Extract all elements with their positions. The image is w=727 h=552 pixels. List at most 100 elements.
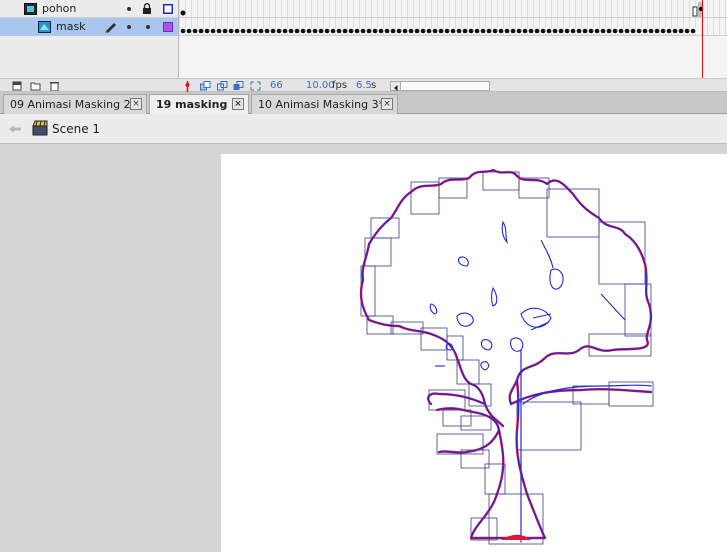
keyframe-dot[interactable] [210,28,216,34]
keyframe-dot[interactable] [624,28,630,34]
keyframe-dot[interactable] [666,28,672,34]
lock-dot[interactable] [146,25,150,29]
keyframe-dot[interactable] [252,28,258,34]
keyframe-dot[interactable] [408,28,414,34]
keyframe-dot[interactable] [258,28,264,34]
keyframe-dot[interactable] [324,28,330,34]
keyframe-dot[interactable] [360,28,366,34]
scroll-left-arrow[interactable] [391,82,401,91]
back-arrow-icon[interactable] [8,124,22,134]
keyframe-dot[interactable] [690,28,696,34]
layer-row-mask[interactable]: mask [0,18,178,36]
keyframe-dot[interactable] [348,28,354,34]
keyframe-dot[interactable] [618,28,624,34]
keyframe-dot[interactable] [594,28,600,34]
keyframe-dot[interactable] [600,28,606,34]
visibility-dot[interactable] [127,25,131,29]
keyframe-dot[interactable] [246,28,252,34]
keyframe-dot[interactable] [684,28,690,34]
keyframe-dot[interactable] [222,28,228,34]
tab-close-icon[interactable]: × [381,98,393,110]
tab-19-masking-2[interactable]: 19 masking 2 × [149,94,249,115]
frame-grid[interactable] [178,0,727,78]
keyframe-dot[interactable] [564,28,570,34]
keyframe-dot[interactable] [192,28,198,34]
keyframe-dot[interactable] [534,28,540,34]
keyframe-dot[interactable] [636,28,642,34]
keyframe-dot[interactable] [612,28,618,34]
keyframe-dot[interactable] [486,28,492,34]
keyframe-dot[interactable] [498,28,504,34]
keyframe-dot[interactable] [186,28,192,34]
tree-mask-drawing[interactable] [221,154,727,552]
modify-onion-markers-icon[interactable] [250,81,261,91]
keyframe-dot[interactable] [456,28,462,34]
keyframe-dot[interactable] [582,28,588,34]
visibility-dot[interactable] [127,7,131,11]
keyframe-dot[interactable] [276,28,282,34]
keyframe-dot[interactable] [660,28,666,34]
keyframe-dot[interactable] [228,28,234,34]
keyframe-dot[interactable] [234,28,240,34]
keyframe-dot[interactable] [504,28,510,34]
keyframe-dot[interactable] [396,28,402,34]
keyframe-dot[interactable] [264,28,270,34]
keyframe-dot[interactable] [312,28,318,34]
keyframe-dot[interactable] [450,28,456,34]
keyframe-dot[interactable] [648,28,654,34]
keyframe-dot[interactable] [492,28,498,34]
tab-09-animasi-masking-2[interactable]: 09 Animasi Masking 2 × [3,94,147,114]
tab-10-animasi-masking-3[interactable]: 10 Animasi Masking 3* × [251,94,398,114]
keyframe-dot[interactable] [552,28,558,34]
keyframe-dot[interactable] [642,28,648,34]
keyframe-dot[interactable] [420,28,426,34]
frame-rate-value[interactable]: 10.00 [306,80,335,91]
keyframe-dot[interactable] [588,28,594,34]
keyframe-dot[interactable] [204,28,210,34]
new-layer-icon[interactable] [12,81,23,91]
keyframe-dot[interactable] [300,28,306,34]
keyframe-dot[interactable] [444,28,450,34]
keyframe-dot[interactable] [570,28,576,34]
center-frame-icon[interactable] [182,81,193,93]
keyframe-dot[interactable] [474,28,480,34]
keyframe-dot[interactable] [438,28,444,34]
onion-skin-icon[interactable] [200,81,211,91]
keyframe-dot[interactable] [336,28,342,34]
keyframe-dot[interactable] [414,28,420,34]
keyframe-dot[interactable] [306,28,312,34]
keyframe-dot[interactable] [528,28,534,34]
frames-row-pohon[interactable] [179,0,727,18]
scene-label[interactable]: Scene 1 [52,122,100,136]
frames-row-mask[interactable] [179,18,727,36]
lock-icon[interactable] [142,3,152,14]
keyframe-dot[interactable] [402,28,408,34]
trash-icon[interactable] [49,81,60,92]
stage-canvas[interactable] [221,154,727,552]
keyframe-dot[interactable] [198,28,204,34]
keyframe-dot[interactable] [342,28,348,34]
outline-color-box[interactable] [163,22,173,32]
keyframe-dot[interactable] [630,28,636,34]
tab-close-icon[interactable]: × [130,98,142,110]
keyframe-dot[interactable] [354,28,360,34]
onion-skin-outlines-icon[interactable] [217,81,228,91]
keyframe-dot[interactable] [546,28,552,34]
keyframe-dot[interactable] [366,28,372,34]
keyframe-dot[interactable] [426,28,432,34]
keyframe-dot[interactable] [372,28,378,34]
keyframe-dot[interactable] [330,28,336,34]
keyframe-dot[interactable] [294,28,300,34]
keyframe-dot[interactable] [678,28,684,34]
keyframe-dot[interactable] [378,28,384,34]
keyframe-dot[interactable] [390,28,396,34]
keyframe-dot[interactable] [270,28,276,34]
keyframe-dot[interactable] [654,28,660,34]
keyframe-dot[interactable] [606,28,612,34]
keyframe-dot[interactable] [480,28,486,34]
keyframe-dot[interactable] [672,28,678,34]
keyframe-dot[interactable] [462,28,468,34]
current-frame[interactable]: 66 [270,80,283,91]
keyframe-dot[interactable] [216,28,222,34]
new-folder-icon[interactable] [30,81,41,91]
